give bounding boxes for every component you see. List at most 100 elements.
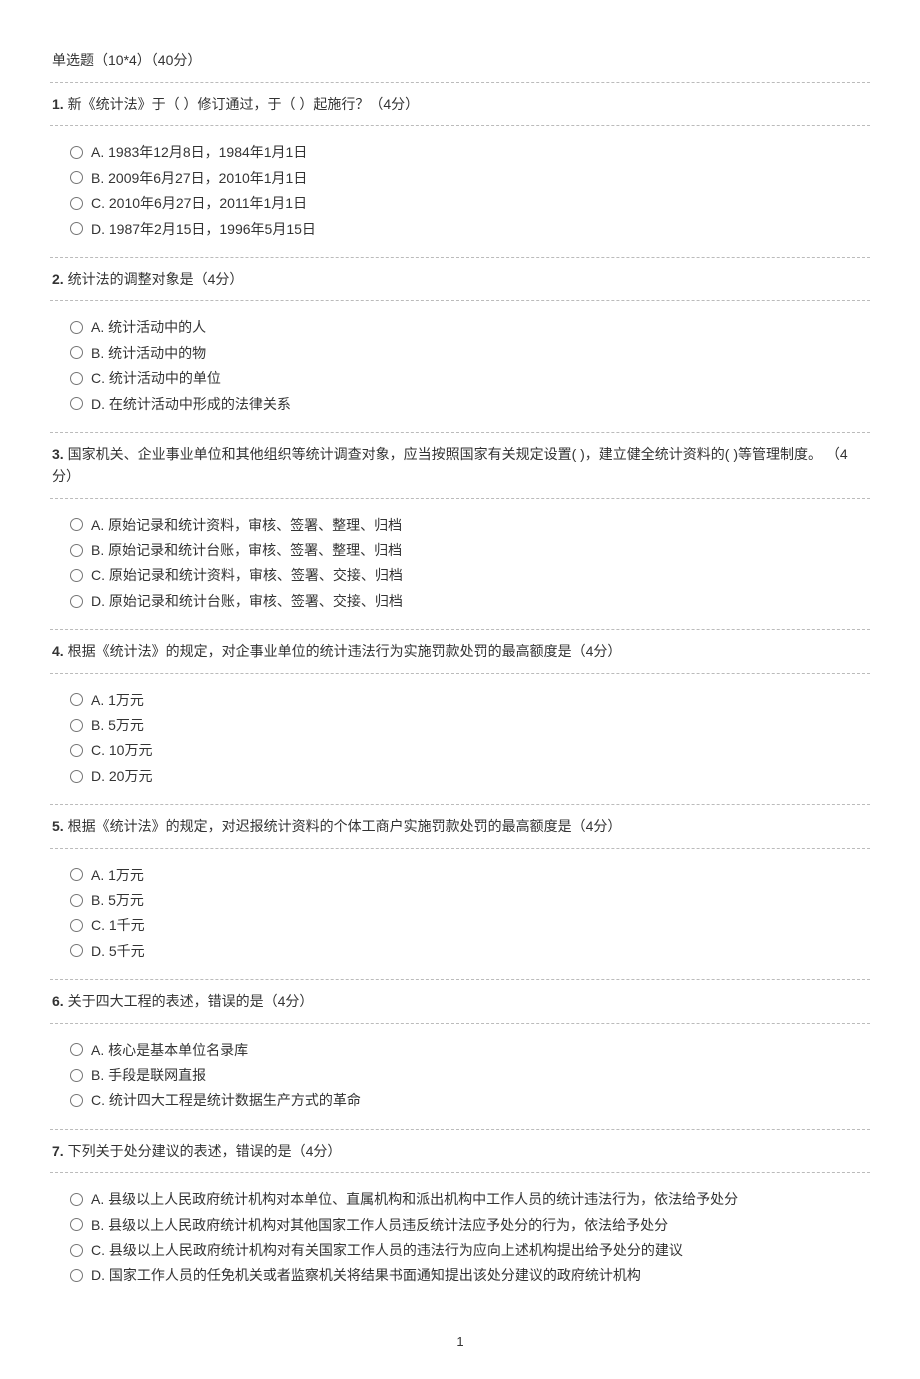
- option-label: A. 核心是基本单位名录库: [91, 1039, 248, 1061]
- question-text: 根据《统计法》的规定，对迟报统计资料的个体工商户实施罚款处罚的最高额度是（4分）: [64, 818, 622, 834]
- question-header: 7. 下列关于处分建议的表述，错误的是（4分）: [50, 1129, 870, 1173]
- question-header: 2. 统计法的调整对象是（4分）: [50, 257, 870, 301]
- question-text: 新《统计法》于（ ）修订通过，于（ ）起施行？（4分）: [64, 96, 419, 112]
- option-radio[interactable]: [70, 868, 83, 881]
- question-number: 6.: [52, 993, 64, 1009]
- option-radio[interactable]: [70, 518, 83, 531]
- option-radio[interactable]: [70, 397, 83, 410]
- option-row: A. 统计活动中的人: [70, 316, 868, 338]
- option-row: C. 2010年6月27日，2011年1月1日: [70, 192, 868, 214]
- option-radio[interactable]: [70, 1218, 83, 1231]
- option-radio[interactable]: [70, 569, 83, 582]
- question-number: 1.: [52, 96, 64, 112]
- question-number: 2.: [52, 271, 64, 287]
- option-radio[interactable]: [70, 1043, 83, 1056]
- option-label: A. 1万元: [91, 864, 144, 886]
- option-radio[interactable]: [70, 372, 83, 385]
- question-number: 3.: [52, 446, 64, 462]
- option-row: C. 10万元: [70, 739, 868, 761]
- option-radio[interactable]: [70, 346, 83, 359]
- question-header: 4. 根据《统计法》的规定，对企事业单位的统计违法行为实施罚款处罚的最高额度是（…: [50, 629, 870, 673]
- question-text: 国家机关、企业事业单位和其他组织等统计调查对象，应当按照国家有关规定设置( )，…: [52, 446, 848, 484]
- option-radio[interactable]: [70, 1244, 83, 1257]
- option-radio[interactable]: [70, 944, 83, 957]
- option-label: B. 5万元: [91, 889, 144, 911]
- option-label: B. 县级以上人民政府统计机构对其他国家工作人员违反统计法应予处分的行为，依法给…: [91, 1214, 668, 1236]
- option-label: A. 1万元: [91, 689, 144, 711]
- option-label: B. 统计活动中的物: [91, 342, 206, 364]
- option-radio[interactable]: [70, 744, 83, 757]
- option-row: B. 原始记录和统计台账，审核、签署、整理、归档: [70, 539, 868, 561]
- page-number: 1: [50, 1334, 870, 1349]
- option-label: D. 20万元: [91, 765, 152, 787]
- option-radio[interactable]: [70, 770, 83, 783]
- options-group: A. 1万元 B. 5万元 C. 1千元 D. 5千元: [50, 849, 870, 980]
- option-row: D. 在统计活动中形成的法律关系: [70, 393, 868, 415]
- question-header: 1. 新《统计法》于（ ）修订通过，于（ ）起施行？（4分）: [50, 82, 870, 126]
- options-group: A. 原始记录和统计资料，审核、签署、整理、归档 B. 原始记录和统计台账，审核、…: [50, 499, 870, 630]
- options-group: A. 核心是基本单位名录库 B. 手段是联网直报 C. 统计四大工程是统计数据生产方…: [50, 1024, 870, 1129]
- question-header: 6. 关于四大工程的表述，错误的是（4分）: [50, 979, 870, 1023]
- options-group: A. 统计活动中的人 B. 统计活动中的物 C. 统计活动中的单位 D. 在统计活动中…: [50, 301, 870, 432]
- option-row: B. 县级以上人民政府统计机构对其他国家工作人员违反统计法应予处分的行为，依法给…: [70, 1214, 868, 1236]
- option-label: A. 统计活动中的人: [91, 316, 206, 338]
- option-row: A. 1万元: [70, 689, 868, 711]
- option-radio[interactable]: [70, 222, 83, 235]
- option-row: C. 1千元: [70, 914, 868, 936]
- option-label: B. 2009年6月27日，2010年1月1日: [91, 167, 307, 189]
- question-number: 4.: [52, 643, 64, 659]
- option-radio[interactable]: [70, 1069, 83, 1082]
- option-row: C. 统计四大工程是统计数据生产方式的革命: [70, 1089, 868, 1111]
- option-radio[interactable]: [70, 595, 83, 608]
- option-label: D. 国家工作人员的任免机关或者监察机关将结果书面通知提出该处分建议的政府统计机…: [91, 1264, 641, 1286]
- option-label: C. 1千元: [91, 914, 145, 936]
- option-label: D. 1987年2月15日，1996年5月15日: [91, 218, 316, 240]
- options-group: A. 1983年12月8日，1984年1月1日 B. 2009年6月27日，201…: [50, 126, 870, 257]
- option-label: C. 原始记录和统计资料，审核、签署、交接、归档: [91, 564, 403, 586]
- question-number: 7.: [52, 1143, 64, 1159]
- option-row: B. 5万元: [70, 889, 868, 911]
- option-radio[interactable]: [70, 719, 83, 732]
- option-label: B. 手段是联网直报: [91, 1064, 206, 1086]
- option-row: A. 1983年12月8日，1984年1月1日: [70, 141, 868, 163]
- option-label: A. 1983年12月8日，1984年1月1日: [91, 141, 307, 163]
- option-radio[interactable]: [70, 894, 83, 907]
- option-row: D. 20万元: [70, 765, 868, 787]
- option-label: C. 统计活动中的单位: [91, 367, 221, 389]
- option-label: C. 县级以上人民政府统计机构对有关国家工作人员的违法行为应向上述机构提出给予处…: [91, 1239, 683, 1261]
- option-radio[interactable]: [70, 146, 83, 159]
- questions-container: 1. 新《统计法》于（ ）修订通过，于（ ）起施行？（4分）A. 1983年12…: [50, 82, 870, 1304]
- question-text: 统计法的调整对象是（4分）: [64, 271, 244, 287]
- options-group: A. 县级以上人民政府统计机构对本单位、直属机构和派出机构中工作人员的统计违法行…: [50, 1173, 870, 1304]
- option-label: D. 原始记录和统计台账，审核、签署、交接、归档: [91, 590, 403, 612]
- option-radio[interactable]: [70, 1269, 83, 1282]
- option-label: C. 统计四大工程是统计数据生产方式的革命: [91, 1089, 361, 1111]
- option-row: B. 2009年6月27日，2010年1月1日: [70, 167, 868, 189]
- option-label: C. 10万元: [91, 739, 152, 761]
- option-row: C. 县级以上人民政府统计机构对有关国家工作人员的违法行为应向上述机构提出给予处…: [70, 1239, 868, 1261]
- option-radio[interactable]: [70, 919, 83, 932]
- section-title: 单选题（10*4）（40分）: [50, 50, 870, 70]
- option-row: A. 县级以上人民政府统计机构对本单位、直属机构和派出机构中工作人员的统计违法行…: [70, 1188, 868, 1210]
- question-text: 下列关于处分建议的表述，错误的是（4分）: [64, 1143, 342, 1159]
- option-radio[interactable]: [70, 1094, 83, 1107]
- option-radio[interactable]: [70, 321, 83, 334]
- option-row: B. 手段是联网直报: [70, 1064, 868, 1086]
- question-text: 根据《统计法》的规定，对企事业单位的统计违法行为实施罚款处罚的最高额度是（4分）: [64, 643, 622, 659]
- option-radio[interactable]: [70, 171, 83, 184]
- option-radio[interactable]: [70, 1193, 83, 1206]
- option-label: A. 原始记录和统计资料，审核、签署、整理、归档: [91, 514, 402, 536]
- option-radio[interactable]: [70, 693, 83, 706]
- option-label: B. 原始记录和统计台账，审核、签署、整理、归档: [91, 539, 402, 561]
- option-row: A. 原始记录和统计资料，审核、签署、整理、归档: [70, 514, 868, 536]
- option-row: A. 1万元: [70, 864, 868, 886]
- option-radio[interactable]: [70, 197, 83, 210]
- option-radio[interactable]: [70, 544, 83, 557]
- option-label: D. 在统计活动中形成的法律关系: [91, 393, 291, 415]
- option-row: C. 统计活动中的单位: [70, 367, 868, 389]
- question-header: 3. 国家机关、企业事业单位和其他组织等统计调查对象，应当按照国家有关规定设置(…: [50, 432, 870, 499]
- option-label: D. 5千元: [91, 940, 145, 962]
- option-row: C. 原始记录和统计资料，审核、签署、交接、归档: [70, 564, 868, 586]
- option-row: A. 核心是基本单位名录库: [70, 1039, 868, 1061]
- question-header: 5. 根据《统计法》的规定，对迟报统计资料的个体工商户实施罚款处罚的最高额度是（…: [50, 804, 870, 848]
